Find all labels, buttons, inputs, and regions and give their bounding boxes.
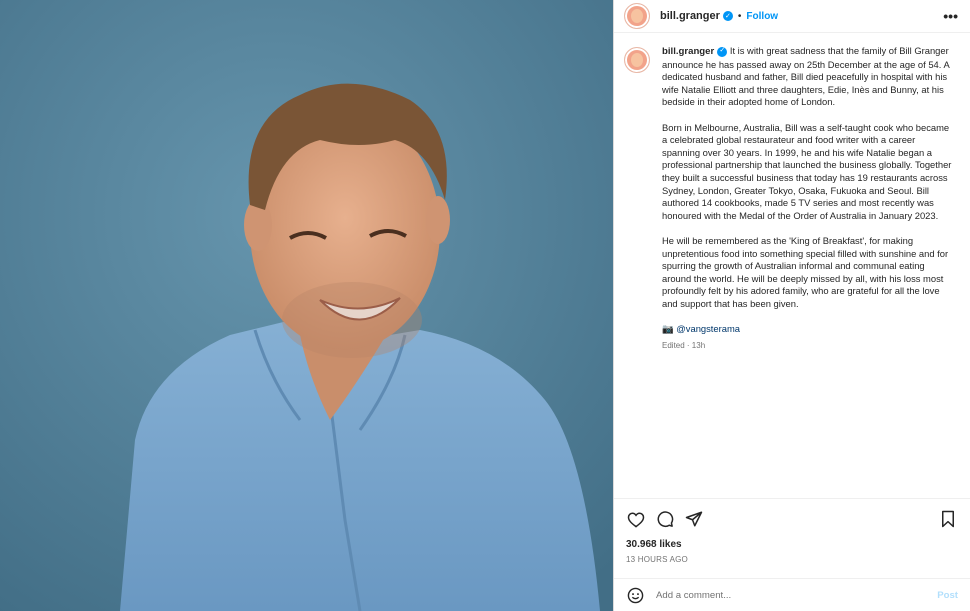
- more-options-icon[interactable]: •••: [943, 8, 958, 24]
- photo-credit: 📷 @vangsterama: [662, 323, 954, 336]
- comment-bar: Post: [614, 578, 970, 611]
- separator-dot: •: [737, 10, 742, 22]
- share-icon[interactable]: [684, 509, 704, 529]
- caption-section: bill.granger ✓ It is with great sadness t…: [614, 33, 970, 498]
- heart-icon[interactable]: [626, 509, 646, 529]
- follow-button[interactable]: Follow: [746, 11, 778, 22]
- post-image[interactable]: [0, 0, 613, 611]
- portrait-illustration: [0, 0, 613, 611]
- action-bar: 30.968 likes 13 HOURS AGO: [614, 498, 970, 564]
- caption-username[interactable]: bill.granger: [662, 46, 714, 57]
- comment-input[interactable]: [654, 588, 938, 602]
- comment-icon[interactable]: [655, 509, 675, 529]
- post-timestamp: 13 HOURS AGO: [626, 555, 688, 564]
- caption-text: bill.granger ✓ It is with great sadness t…: [662, 45, 954, 498]
- photographer-mention[interactable]: 📷 @vangsterama: [662, 323, 740, 334]
- caption-paragraph: bill.granger ✓ It is with great sadness t…: [662, 45, 954, 109]
- avatar[interactable]: [624, 3, 650, 29]
- post-comment-button[interactable]: Post: [937, 590, 958, 601]
- verified-icon: ✓: [722, 11, 733, 21]
- post-detail-panel: bill.granger ✓ • Follow ••• bill.granger…: [613, 0, 970, 611]
- verified-icon: ✓: [717, 46, 728, 57]
- caption-paragraph-3: He will be remembered as the 'King of Br…: [662, 234, 949, 309]
- caption-paragraph-2: Born in Melbourne, Australia, Bill was a…: [662, 121, 952, 221]
- bookmark-icon[interactable]: [938, 509, 958, 529]
- username[interactable]: bill.granger: [660, 10, 720, 22]
- post-header: bill.granger ✓ • Follow •••: [614, 0, 970, 33]
- emoji-icon[interactable]: [626, 586, 644, 604]
- caption-avatar[interactable]: [624, 47, 650, 73]
- edited-label: Edited · 13h: [662, 340, 706, 350]
- like-count[interactable]: 30.968 likes: [626, 539, 958, 550]
